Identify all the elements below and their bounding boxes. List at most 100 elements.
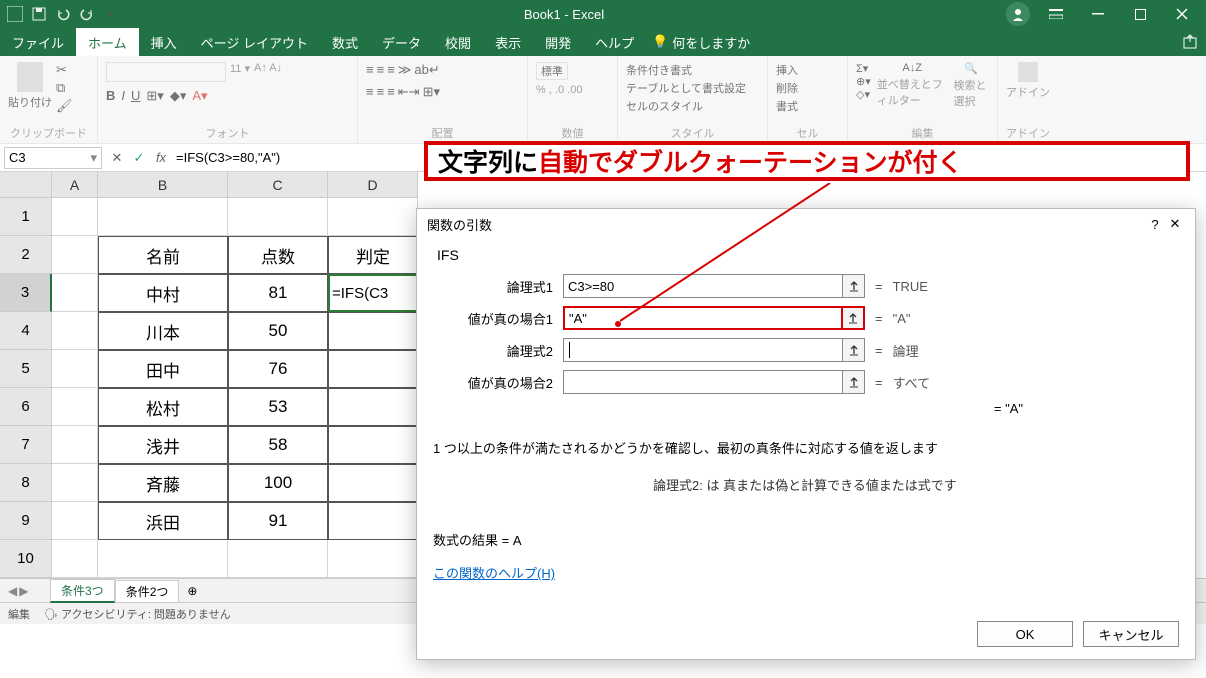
cell-A1[interactable] bbox=[52, 198, 98, 236]
cell-A2[interactable] bbox=[52, 236, 98, 274]
cell-D10[interactable] bbox=[328, 540, 418, 578]
arg-input-2[interactable] bbox=[563, 338, 843, 362]
row-5[interactable]: 5 bbox=[0, 350, 52, 388]
next-sheet-icon[interactable]: ▶ bbox=[19, 584, 28, 598]
select-all[interactable] bbox=[0, 172, 52, 198]
col-D[interactable]: D bbox=[328, 172, 418, 198]
cell-A9[interactable] bbox=[52, 502, 98, 540]
tellme[interactable]: 💡何をしますか bbox=[652, 33, 750, 52]
ok-button[interactable]: OK bbox=[977, 621, 1073, 647]
cell-D2[interactable]: 判定 bbox=[328, 236, 418, 274]
row-7[interactable]: 7 bbox=[0, 426, 52, 464]
cell-C7[interactable]: 58 bbox=[228, 426, 328, 464]
tab-file[interactable]: ファイル bbox=[0, 28, 76, 56]
cell-D4[interactable] bbox=[328, 312, 418, 350]
cell-A3[interactable] bbox=[52, 274, 98, 312]
fx-icon[interactable]: fx bbox=[150, 147, 172, 169]
maximize-button[interactable] bbox=[1120, 2, 1160, 26]
share-button[interactable] bbox=[1182, 34, 1198, 50]
cell-C9[interactable]: 91 bbox=[228, 502, 328, 540]
cell-C2[interactable]: 点数 bbox=[228, 236, 328, 274]
close-button[interactable] bbox=[1162, 2, 1202, 26]
col-C[interactable]: C bbox=[228, 172, 328, 198]
collapse-icon[interactable] bbox=[843, 338, 865, 362]
cell-C6[interactable]: 53 bbox=[228, 388, 328, 426]
cell-D8[interactable] bbox=[328, 464, 418, 502]
row-4[interactable]: 4 bbox=[0, 312, 52, 350]
enter-icon[interactable]: ✓ bbox=[128, 147, 150, 169]
col-A[interactable]: A bbox=[52, 172, 98, 198]
cell-B5[interactable]: 田中 bbox=[98, 350, 228, 388]
row-2[interactable]: 2 bbox=[0, 236, 52, 274]
save-icon[interactable] bbox=[28, 3, 50, 25]
cell-D9[interactable] bbox=[328, 502, 418, 540]
tab-home[interactable]: ホーム bbox=[76, 28, 139, 56]
redo-icon[interactable] bbox=[76, 3, 98, 25]
cell-B8[interactable]: 斉藤 bbox=[98, 464, 228, 502]
cell-A4[interactable] bbox=[52, 312, 98, 350]
cell-A8[interactable] bbox=[52, 464, 98, 502]
autosave-icon[interactable] bbox=[4, 3, 26, 25]
row-8[interactable]: 8 bbox=[0, 464, 52, 502]
cell-C8[interactable]: 100 bbox=[228, 464, 328, 502]
paste-button[interactable]: 貼り付け bbox=[8, 62, 52, 110]
cell-C5[interactable]: 76 bbox=[228, 350, 328, 388]
cell-D6[interactable] bbox=[328, 388, 418, 426]
dialog-close-icon[interactable]: ✕ bbox=[1165, 216, 1185, 232]
tab-layout[interactable]: ページ レイアウト bbox=[189, 28, 320, 56]
tab-data[interactable]: データ bbox=[370, 28, 433, 56]
user-avatar[interactable] bbox=[1006, 2, 1030, 26]
help-link[interactable]: この関数のヘルプ(H) bbox=[433, 563, 555, 582]
cell-B7[interactable]: 浅井 bbox=[98, 426, 228, 464]
cell-B1[interactable] bbox=[98, 198, 228, 236]
prev-sheet-icon[interactable]: ◀ bbox=[8, 584, 17, 598]
cancel-icon[interactable]: ✕ bbox=[106, 147, 128, 169]
row-3[interactable]: 3 bbox=[0, 274, 52, 312]
tab-insert[interactable]: 挿入 bbox=[139, 28, 189, 56]
ribbon-opts-icon[interactable] bbox=[1036, 2, 1076, 26]
cell-C10[interactable] bbox=[228, 540, 328, 578]
col-B[interactable]: B bbox=[98, 172, 228, 198]
undo-icon[interactable] bbox=[52, 3, 74, 25]
copy-icon[interactable]: ⧉ bbox=[56, 80, 73, 96]
arg-input-0[interactable]: C3>=80 bbox=[563, 274, 843, 298]
new-sheet-button[interactable]: ⊕ bbox=[179, 584, 205, 598]
cell-D3[interactable]: =IFS(C3 bbox=[328, 274, 418, 312]
sheet-tab-other[interactable]: 条件2つ bbox=[115, 580, 180, 602]
row-1[interactable]: 1 bbox=[0, 198, 52, 236]
collapse-icon[interactable] bbox=[843, 370, 865, 394]
cell-B4[interactable]: 川本 bbox=[98, 312, 228, 350]
cell-A5[interactable] bbox=[52, 350, 98, 388]
row-6[interactable]: 6 bbox=[0, 388, 52, 426]
cell-B2[interactable]: 名前 bbox=[98, 236, 228, 274]
tab-view[interactable]: 表示 bbox=[483, 28, 533, 56]
cell-C3[interactable]: 81 bbox=[228, 274, 328, 312]
cell-A6[interactable] bbox=[52, 388, 98, 426]
tab-formulas[interactable]: 数式 bbox=[320, 28, 370, 56]
arg-input-3[interactable] bbox=[563, 370, 843, 394]
dialog-help-icon[interactable]: ? bbox=[1145, 217, 1165, 232]
cell-D7[interactable] bbox=[328, 426, 418, 464]
tab-review[interactable]: 校閲 bbox=[433, 28, 483, 56]
cut-icon[interactable]: ✂ bbox=[56, 62, 73, 78]
minimize-button[interactable] bbox=[1078, 2, 1118, 26]
sheet-tab-active[interactable]: 条件3つ bbox=[50, 579, 115, 603]
cell-A10[interactable] bbox=[52, 540, 98, 578]
collapse-icon[interactable] bbox=[843, 306, 865, 330]
cell-C4[interactable]: 50 bbox=[228, 312, 328, 350]
fmt-painter-icon[interactable]: 🖌 bbox=[56, 98, 73, 114]
cell-B3[interactable]: 中村 bbox=[98, 274, 228, 312]
cell-D1[interactable] bbox=[328, 198, 418, 236]
cell-D5[interactable] bbox=[328, 350, 418, 388]
collapse-icon[interactable] bbox=[843, 274, 865, 298]
name-box[interactable]: C3▾ bbox=[4, 147, 102, 169]
qat-dropdown-icon[interactable]: ▾ bbox=[100, 3, 122, 25]
row-9[interactable]: 9 bbox=[0, 502, 52, 540]
cell-B9[interactable]: 浜田 bbox=[98, 502, 228, 540]
cancel-button[interactable]: キャンセル bbox=[1083, 621, 1179, 647]
cell-B10[interactable] bbox=[98, 540, 228, 578]
cell-A7[interactable] bbox=[52, 426, 98, 464]
tab-developer[interactable]: 開発 bbox=[533, 28, 583, 56]
tab-help[interactable]: ヘルプ bbox=[583, 28, 646, 56]
arg-input-1[interactable]: "A" bbox=[563, 306, 843, 330]
